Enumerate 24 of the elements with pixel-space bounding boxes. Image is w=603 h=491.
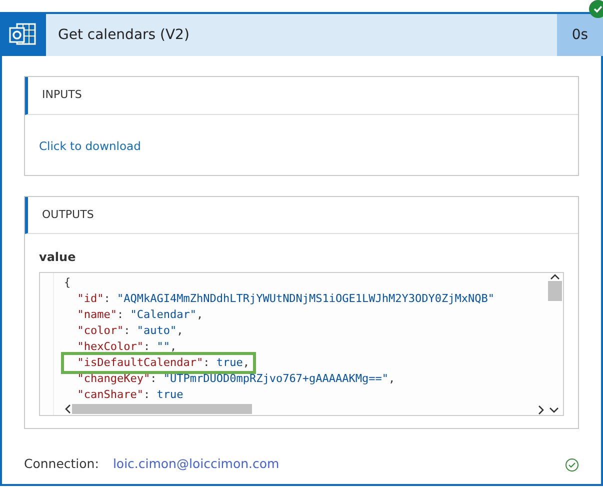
action-title: Get calendars (V2) [58, 26, 190, 44]
connection-label: Connection: [24, 455, 99, 474]
account-link[interactable]: loic.cimon@loiccimon.com [112, 455, 280, 474]
download-link[interactable]: Click to download [39, 138, 141, 152]
scroll-down-icon[interactable] [549, 406, 559, 414]
scroll-left-icon[interactable] [64, 404, 72, 414]
code-line: { [64, 275, 72, 292]
action-header[interactable]: Get calendars (V2) 0s [0, 12, 603, 56]
horizontal-scrollbar-thumb[interactable] [72, 404, 252, 414]
code-line: "canShare": true [76, 387, 184, 404]
code-line: "id": "AQMkAGI4MmZhNDdhLTRjYWUtNDNjMS1iOGE1LWJhM2Y3ODY0ZjMxNQB" [76, 291, 496, 308]
mail-calendar-icon [9, 23, 37, 47]
vertical-scrollbar-thumb[interactable] [548, 281, 562, 302]
value-label: value [38, 249, 77, 266]
code-line: "name": "Calendar", [76, 307, 204, 324]
code-line: "changeKey": "UTPmrDUOD0mpRZjvo767+gAAAAAKMg==", [76, 371, 396, 388]
section-heading: OUTPUTS [42, 208, 94, 221]
duration-label: 0s [572, 26, 588, 44]
section-heading: INPUTS [42, 88, 82, 101]
scroll-up-icon[interactable] [550, 273, 560, 282]
code-line: "color": "auto", [76, 323, 184, 340]
code-line: "hexColor": "", [76, 339, 178, 356]
code-line: "isDefaultCalendar": true, [64, 355, 254, 372]
scroll-right-icon[interactable] [537, 405, 545, 416]
